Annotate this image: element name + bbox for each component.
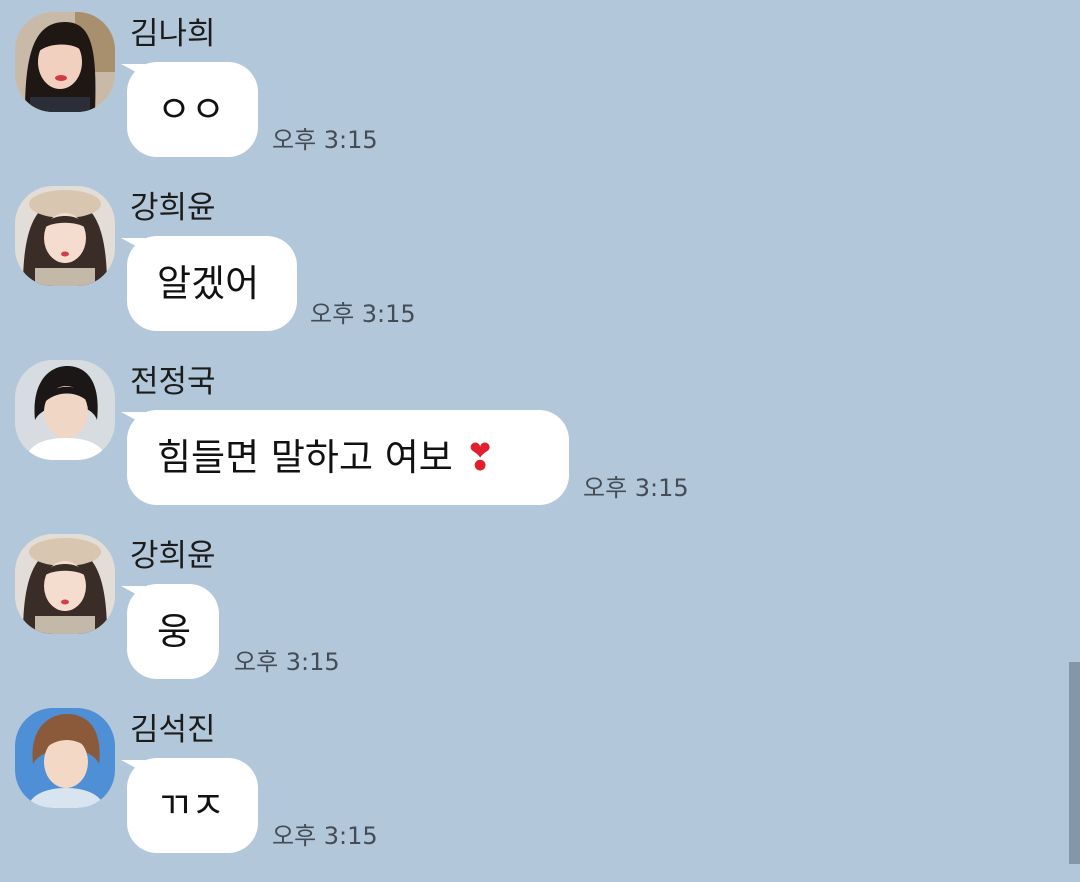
chat-message: 김석진 ㄲㅈ 오후 3:15: [0, 708, 1060, 882]
message-time: 오후 3:15: [310, 300, 416, 328]
message-bubble[interactable]: 알겠어: [127, 236, 297, 331]
message-text: 힘들면 말하고 여보: [157, 436, 453, 479]
avatar[interactable]: [15, 186, 115, 286]
profile-photo: [15, 360, 115, 460]
message-bubble[interactable]: 웅: [127, 584, 219, 679]
sender-name: 김석진: [130, 712, 216, 748]
message-time: 오후 3:15: [272, 822, 378, 850]
chat-message: 김나희 ㅇㅇ 오후 3:15: [0, 12, 1060, 186]
message-bubble[interactable]: ㄲㅈ: [127, 758, 258, 853]
sender-name: 김나희: [130, 16, 216, 52]
sender-name: 강희윤: [130, 538, 216, 574]
profile-photo: [15, 708, 115, 808]
chat-message: 강희윤 알겠어 오후 3:15: [0, 186, 1060, 360]
chat-message: 강희윤 웅 오후 3:15: [0, 534, 1060, 708]
profile-photo: [15, 12, 115, 112]
message-bubble[interactable]: 힘들면 말하고 여보 ❣: [127, 410, 569, 505]
heart-exclamation-icon: ❣: [464, 436, 496, 479]
sender-name: 강희윤: [130, 190, 216, 226]
message-time: 오후 3:15: [234, 648, 340, 676]
message-text: 웅: [157, 610, 192, 653]
avatar[interactable]: [15, 534, 115, 634]
chat-message: 전정국 힘들면 말하고 여보 ❣ 오후 3:15: [0, 360, 1060, 534]
avatar[interactable]: [15, 12, 115, 112]
message-text: 알겠어: [157, 262, 260, 305]
scrollbar[interactable]: [1069, 662, 1080, 864]
sender-name: 전정국: [130, 364, 216, 400]
profile-photo: [15, 186, 115, 286]
profile-photo: [15, 534, 115, 634]
message-text: ㄲㅈ: [157, 784, 226, 827]
message-time: 오후 3:15: [583, 474, 689, 502]
avatar[interactable]: [15, 708, 115, 808]
avatar[interactable]: [15, 360, 115, 460]
message-text: ㅇㅇ: [157, 88, 226, 131]
message-time: 오후 3:15: [272, 126, 378, 154]
message-bubble[interactable]: ㅇㅇ: [127, 62, 258, 157]
